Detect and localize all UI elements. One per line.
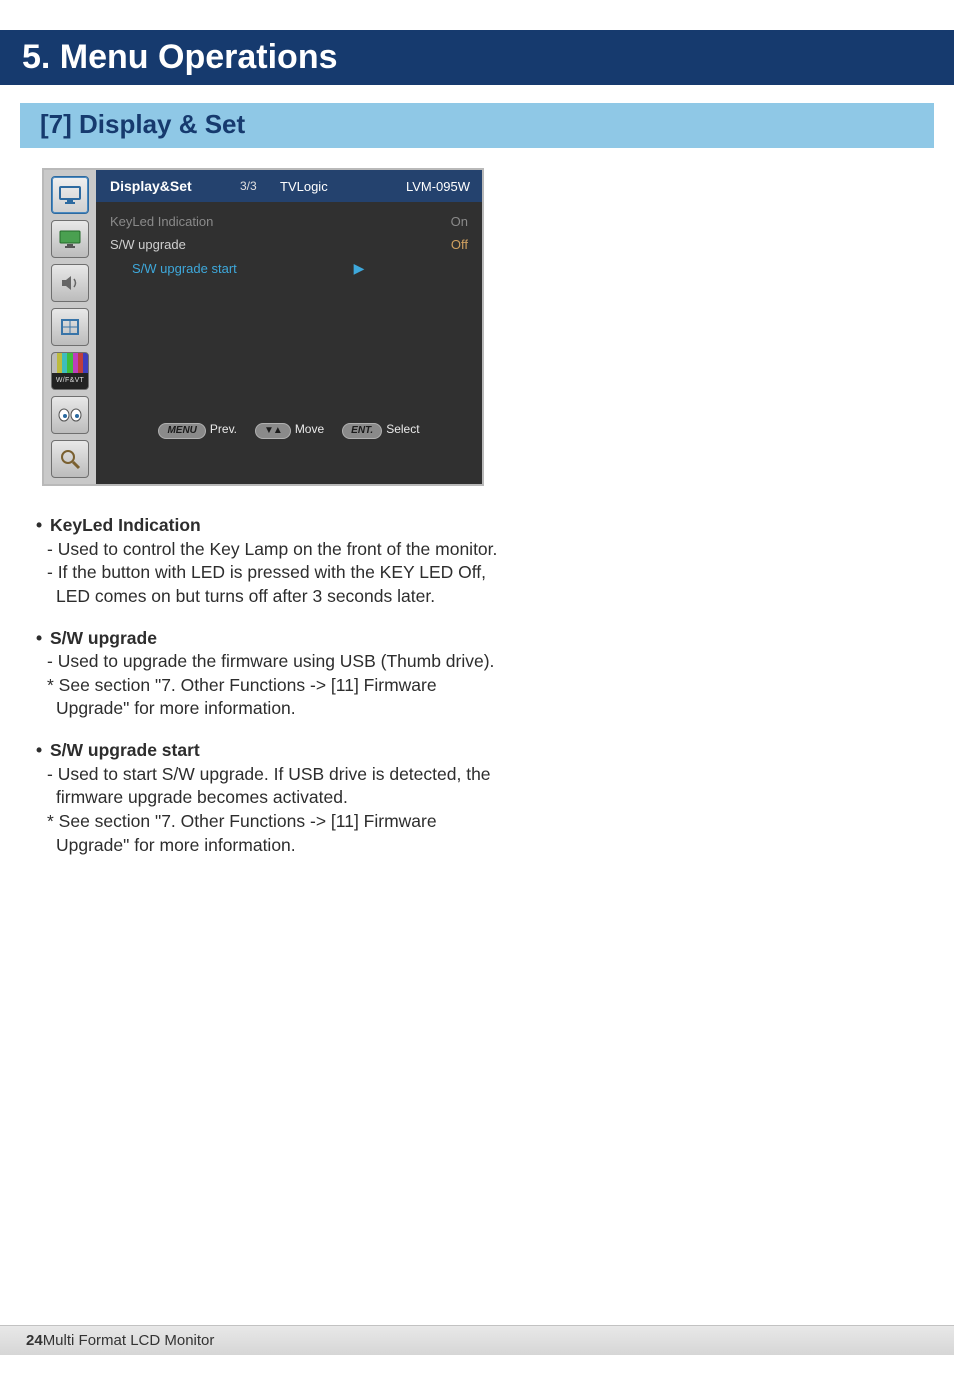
osd-footer: MENUPrev. ▼▲Move ENT.Select <box>96 412 482 451</box>
osd-row-swupgradestart: S/W upgrade start ▶ <box>108 256 470 281</box>
osd-row-keyled: KeyLed Indication On <box>108 210 470 233</box>
feature-line: - If the button with LED is pressed with… <box>36 561 506 608</box>
feature-swupgradestart: •S/W upgrade start - Used to start S/W u… <box>36 739 506 857</box>
osd-model: LVM-095W <box>350 179 470 194</box>
magnifier-icon <box>51 440 89 478</box>
picture-icon <box>51 220 89 258</box>
osd-body: KeyLed Indication On S/W upgrade Off S/W… <box>96 202 482 412</box>
page-title: 5. Menu Operations <box>0 30 954 85</box>
osd-page-indicator: 3/3 <box>240 179 280 193</box>
page-footer: 24 Multi Format LCD Monitor <box>0 1325 954 1355</box>
osd-row-value: On <box>310 214 468 229</box>
feature-title: S/W upgrade <box>50 627 157 651</box>
osd-row-swupgrade: S/W upgrade Off <box>108 233 470 256</box>
osd-header: Display&Set 3/3 TVLogic LVM-095W <box>96 170 482 202</box>
osd-row-label: S/W upgrade <box>110 237 310 252</box>
osd-row-label: KeyLed Indication <box>110 214 310 229</box>
section-title: [7] Display & Set <box>20 103 934 148</box>
feature-line: * See section "7. Other Functions -> [11… <box>36 810 506 857</box>
feature-line: - Used to start S/W upgrade. If USB driv… <box>36 763 506 810</box>
osd-row-label: S/W upgrade start <box>110 261 310 276</box>
page-number: 24 <box>26 1332 43 1349</box>
feature-list: •KeyLed Indication - Used to control the… <box>36 514 506 857</box>
osd-panel: Display&Set 3/3 TVLogic LVM-095W KeyLed … <box>96 170 482 484</box>
feature-title: KeyLed Indication <box>50 514 201 538</box>
feature-title: S/W upgrade start <box>50 739 200 763</box>
osd-hint-prev: MENUPrev. <box>158 422 237 439</box>
audio-icon <box>51 264 89 302</box>
smpte-bars-icon: W/F&VT <box>51 352 89 390</box>
feature-line: - Used to upgrade the firmware using USB… <box>36 650 506 674</box>
menu-key-icon: MENU <box>158 423 205 439</box>
monitor-icon <box>51 176 89 214</box>
osd-hint-select: ENT.Select <box>342 422 419 439</box>
feature-swupgrade: •S/W upgrade - Used to upgrade the firmw… <box>36 627 506 722</box>
feature-line: - Used to control the Key Lamp on the fr… <box>36 538 506 562</box>
submenu-arrow-icon: ▶ <box>310 260 408 277</box>
marker-icon <box>51 308 89 346</box>
osd-category-sidebar: W/F&VT <box>44 170 96 484</box>
osd-hint-move: ▼▲Move <box>255 422 324 439</box>
ent-key-icon: ENT. <box>342 423 382 439</box>
feature-keyled: •KeyLed Indication - Used to control the… <box>36 514 506 609</box>
eyes-icon <box>51 396 89 434</box>
arrows-key-icon: ▼▲ <box>255 423 291 439</box>
feature-line: * See section "7. Other Functions -> [11… <box>36 674 506 721</box>
osd-header-title: Display&Set <box>110 178 240 194</box>
osd-screenshot: W/F&VT Display&Set 3/3 TVLogic LVM-095W … <box>42 168 484 486</box>
doc-title: Multi Format LCD Monitor <box>43 1332 215 1349</box>
osd-brand: TVLogic <box>280 179 350 194</box>
osd-row-value: Off <box>310 237 468 252</box>
